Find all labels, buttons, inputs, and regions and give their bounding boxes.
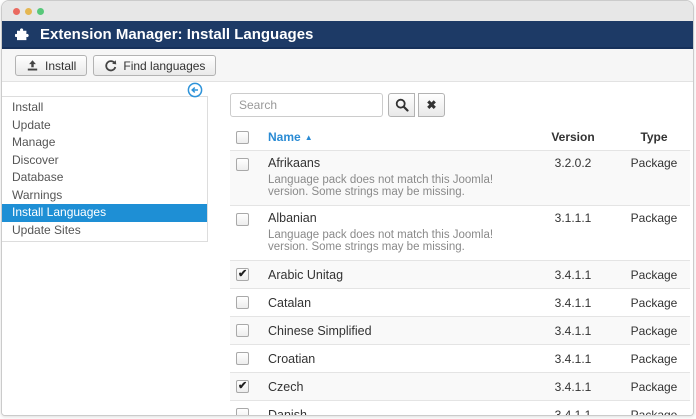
- select-all-checkbox[interactable]: [236, 130, 249, 144]
- table-row: Albanian Language pack does not match th…: [230, 205, 690, 260]
- toolbar: Install Find languages: [2, 49, 693, 82]
- search-submit-button[interactable]: [388, 93, 415, 117]
- language-name: Croatian: [268, 351, 316, 366]
- column-header-version: Version: [551, 130, 595, 144]
- find-languages-button-label: Find languages: [123, 58, 206, 73]
- language-name: Czech: [268, 379, 304, 394]
- table-row: Croatian 3.4.1.1 Package: [230, 344, 690, 372]
- language-name: Danish: [268, 407, 307, 416]
- page-title: Extension Manager: Install Languages: [40, 25, 314, 43]
- language-version: 3.4.1.1: [554, 295, 592, 310]
- row-checkbox[interactable]: [236, 213, 249, 226]
- language-type: Package: [630, 267, 678, 282]
- sidebar-item-database[interactable]: Database: [2, 169, 207, 187]
- maximize-window-button[interactable]: [37, 7, 44, 15]
- row-checkbox[interactable]: [236, 408, 249, 415]
- column-header-name[interactable]: Name ▲: [268, 130, 528, 144]
- language-type: Package: [630, 211, 678, 225]
- magnifier-icon: [395, 98, 409, 112]
- table-body: Afrikaans Language pack does not match t…: [230, 150, 690, 416]
- language-version: 3.2.0.2: [554, 156, 592, 170]
- sidebar-item-update-sites[interactable]: Update Sites: [2, 222, 207, 240]
- sort-ascending-icon: ▲: [304, 132, 313, 142]
- language-name: Chinese Simplified: [268, 323, 372, 338]
- language-type: Package: [630, 379, 678, 394]
- sidebar-item-warnings[interactable]: Warnings: [2, 187, 207, 205]
- close-window-button[interactable]: [13, 7, 20, 15]
- search-bar: ✖: [230, 93, 690, 117]
- sidebar-item-install[interactable]: Install: [2, 99, 207, 117]
- table-row: Afrikaans Language pack does not match t…: [230, 150, 690, 205]
- table-row: Catalan 3.4.1.1 Package: [230, 288, 690, 316]
- language-note: Language pack does not match this Joomla…: [268, 174, 494, 198]
- table-row: Danish 3.4.1.1 Package: [230, 400, 690, 416]
- sidebar-item-discover[interactable]: Discover: [2, 152, 207, 170]
- row-checkbox[interactable]: [236, 267, 249, 281]
- table-row: Arabic Unitag 3.4.1.1 Package: [230, 260, 690, 288]
- sidebar-item-install-languages[interactable]: Install Languages: [2, 204, 207, 222]
- language-type: Package: [630, 407, 678, 416]
- language-version: 3.4.1.1: [554, 407, 592, 416]
- row-checkbox[interactable]: [236, 296, 249, 309]
- language-note: Language pack does not match this Joomla…: [268, 229, 494, 253]
- search-button-group: ✖: [388, 93, 445, 117]
- language-type: Package: [630, 156, 678, 170]
- language-version: 3.4.1.1: [554, 323, 592, 338]
- search-clear-button[interactable]: ✖: [418, 93, 445, 117]
- language-type: Package: [630, 351, 678, 366]
- sidebar-item-update[interactable]: Update: [2, 117, 207, 135]
- install-button[interactable]: Install: [15, 55, 88, 76]
- language-type: Package: [630, 295, 678, 310]
- collapse-sidebar-icon[interactable]: [187, 82, 203, 98]
- language-version: 3.4.1.1: [554, 267, 592, 282]
- puzzle-icon: [15, 26, 31, 42]
- sidebar-menu: Install Update Manage Discover Database Warni…: [2, 99, 207, 239]
- install-button-label: Install: [45, 58, 77, 73]
- refresh-icon: [104, 59, 117, 72]
- upload-icon: [26, 59, 39, 72]
- header-checkbox-cell: [230, 130, 268, 144]
- table-header-row: Name ▲ Version Type: [230, 124, 690, 150]
- language-name: Albanian: [268, 211, 317, 225]
- column-header-type: Type: [640, 130, 668, 144]
- row-checkbox[interactable]: [236, 158, 249, 171]
- language-name: Afrikaans: [268, 156, 321, 170]
- search-input[interactable]: [230, 93, 383, 117]
- languages-table: Name ▲ Version Type Afrikaans Language p…: [230, 124, 690, 416]
- app-header: Extension Manager: Install Languages: [2, 21, 693, 49]
- language-version: 3.4.1.1: [554, 351, 592, 366]
- row-checkbox[interactable]: [236, 379, 249, 393]
- main-area: Install Update Manage Discover Database Warni…: [2, 82, 693, 415]
- x-icon: ✖: [426, 98, 437, 112]
- table-row: Czech 3.4.1.1 Package: [230, 372, 690, 400]
- browser-window: Extension Manager: Install Languages Ins…: [1, 0, 694, 416]
- sidebar: Install Update Manage Discover Database Warni…: [2, 96, 208, 242]
- language-name: Catalan: [268, 295, 312, 310]
- window-chrome: [2, 1, 693, 21]
- table-row: Chinese Simplified 3.4.1.1 Package: [230, 316, 690, 344]
- content-area: ✖ Name ▲ Version Type: [230, 93, 690, 416]
- language-type: Package: [630, 323, 678, 338]
- language-version: 3.4.1.1: [554, 379, 592, 394]
- row-checkbox[interactable]: [236, 352, 249, 365]
- minimize-window-button[interactable]: [25, 7, 32, 15]
- language-name: Arabic Unitag: [268, 267, 344, 282]
- find-languages-button[interactable]: Find languages: [93, 55, 217, 76]
- sidebar-item-manage[interactable]: Manage: [2, 134, 207, 152]
- row-checkbox[interactable]: [236, 324, 249, 337]
- language-version: 3.1.1.1: [554, 211, 592, 225]
